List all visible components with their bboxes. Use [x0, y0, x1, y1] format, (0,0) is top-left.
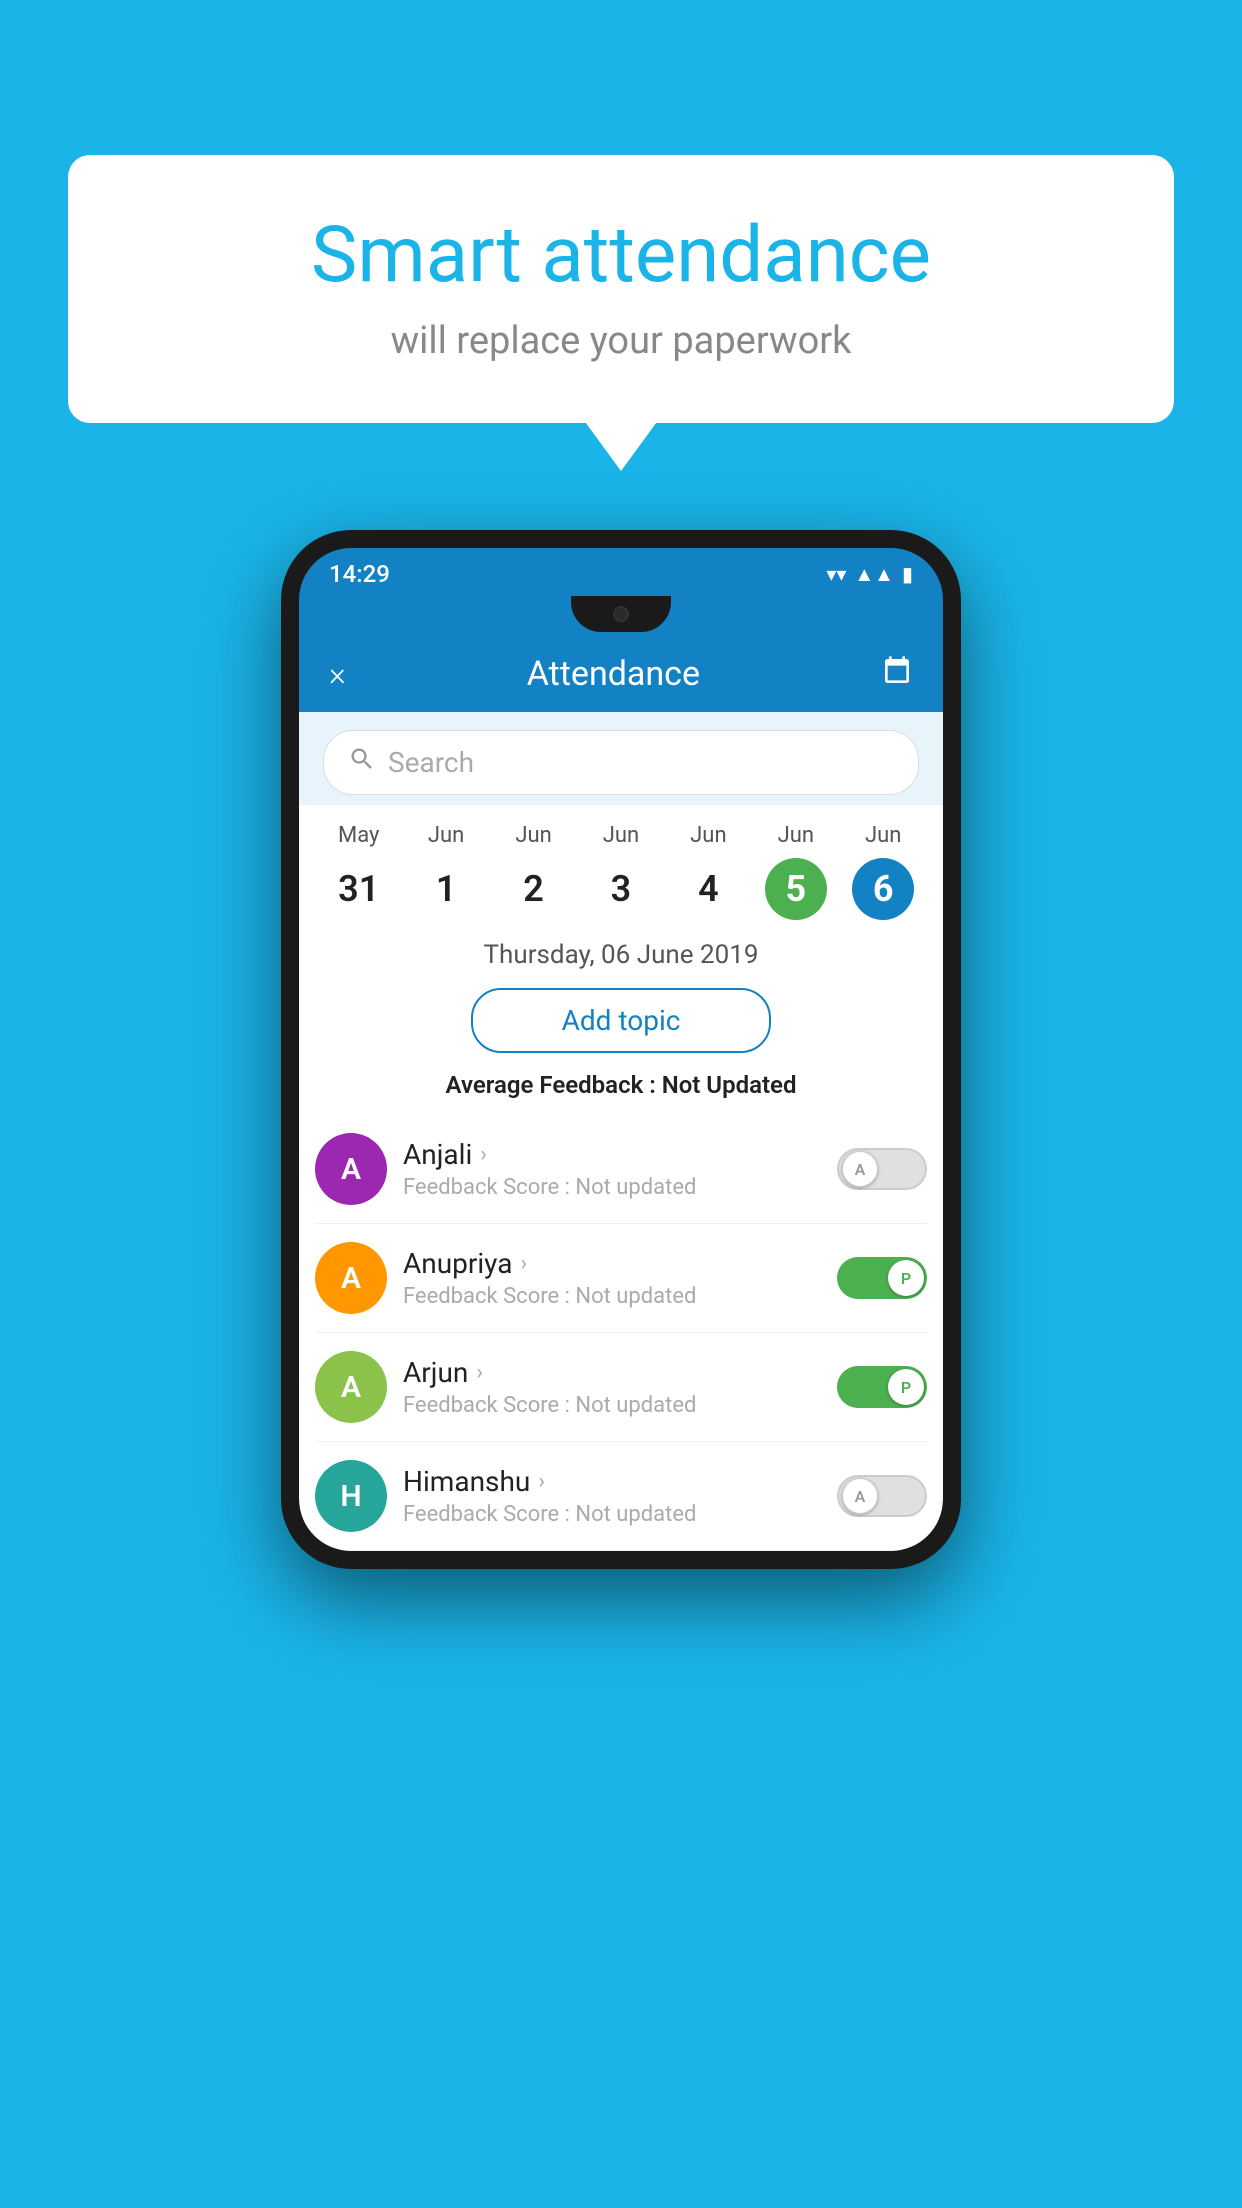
attendance-toggle[interactable]: A [837, 1148, 927, 1190]
notch [571, 596, 671, 632]
attendance-toggle[interactable]: A [837, 1475, 927, 1517]
avg-feedback-label: Average Feedback : [446, 1071, 656, 1099]
toggle-knob: P [888, 1260, 924, 1296]
signal-icon: ▲▲ [854, 562, 894, 587]
student-item[interactable]: H Himanshu › Feedback Score : Not updated A [315, 1442, 927, 1551]
cal-date: 31 [328, 858, 390, 920]
student-name: Himanshu › [403, 1465, 821, 1498]
student-item[interactable]: A Anjali › Feedback Score : Not updated A [315, 1115, 927, 1224]
cal-month: Jun [865, 823, 901, 848]
toggle-knob: P [888, 1369, 924, 1405]
feedback-score: Feedback Score : Not updated [403, 1393, 821, 1418]
cal-date: 1 [415, 858, 477, 920]
app-content: Search May 31 Jun 1 Jun 2 Jun 3 Jun 4 Jun 5 Jun 6 Thu… [299, 712, 943, 1551]
selected-date: Thursday, 06 June 2019 [299, 926, 943, 980]
notch-camera [613, 606, 629, 622]
chevron-icon: › [520, 1251, 527, 1276]
header-title: Attendance [527, 654, 700, 694]
battery-icon: ▮ [902, 562, 913, 586]
speech-bubble: Smart attendance will replace your paper… [68, 155, 1174, 423]
status-bar: 14:29 ▾▾ ▲▲ ▮ [299, 548, 943, 596]
cal-month: Jun [690, 823, 726, 848]
speech-bubble-wrapper: Smart attendance will replace your paper… [68, 155, 1174, 423]
toggle-container[interactable]: A [837, 1475, 927, 1517]
student-name: Anupriya › [403, 1247, 821, 1280]
toggle-container[interactable]: P [837, 1366, 927, 1408]
student-info: Himanshu › Feedback Score : Not updated [403, 1465, 821, 1527]
student-info: Arjun › Feedback Score : Not updated [403, 1356, 821, 1418]
avg-feedback: Average Feedback : Not Updated [299, 1067, 943, 1115]
calendar-day[interactable]: Jun 6 [852, 823, 914, 920]
phone-screen: 14:29 ▾▾ ▲▲ ▮ × Attendance [299, 548, 943, 1551]
status-icons: ▾▾ ▲▲ ▮ [826, 562, 913, 587]
cal-date: 3 [590, 858, 652, 920]
student-item[interactable]: A Arjun › Feedback Score : Not updated P [315, 1333, 927, 1442]
calendar-day[interactable]: Jun 2 [503, 823, 565, 920]
avg-feedback-value: Not Updated [662, 1071, 797, 1099]
close-button[interactable]: × [329, 655, 346, 693]
search-placeholder: Search [388, 746, 474, 779]
chevron-icon: › [480, 1142, 487, 1167]
cal-month: Jun [778, 823, 814, 848]
calendar-day[interactable]: May 31 [328, 823, 390, 920]
student-avatar: H [315, 1460, 387, 1532]
calendar-icon[interactable] [881, 655, 913, 694]
cal-date: 6 [852, 858, 914, 920]
cal-date: 2 [503, 858, 565, 920]
search-icon [348, 745, 376, 780]
wifi-icon: ▾▾ [826, 562, 846, 586]
cal-month: Jun [428, 823, 464, 848]
add-topic-button[interactable]: Add topic [471, 988, 771, 1053]
calendar-day[interactable]: Jun 3 [590, 823, 652, 920]
student-avatar: A [315, 1351, 387, 1423]
attendance-toggle[interactable]: P [837, 1257, 927, 1299]
calendar-day[interactable]: Jun 4 [677, 823, 739, 920]
feedback-score: Feedback Score : Not updated [403, 1502, 821, 1527]
phone-frame: 14:29 ▾▾ ▲▲ ▮ × Attendance [281, 530, 961, 1569]
bubble-subtitle: will replace your paperwork [128, 319, 1114, 363]
student-avatar: A [315, 1242, 387, 1314]
cal-month: Jun [515, 823, 551, 848]
student-item[interactable]: A Anupriya › Feedback Score : Not updated P [315, 1224, 927, 1333]
bubble-title: Smart attendance [128, 210, 1114, 301]
calendar-day[interactable]: Jun 1 [415, 823, 477, 920]
toggle-knob: A [842, 1478, 878, 1514]
student-info: Anupriya › Feedback Score : Not updated [403, 1247, 821, 1309]
cal-date: 5 [765, 858, 827, 920]
toggle-knob: A [842, 1151, 878, 1187]
toggle-container[interactable]: A [837, 1148, 927, 1190]
calendar-day[interactable]: Jun 5 [765, 823, 827, 920]
notch-area [299, 596, 943, 636]
toggle-container[interactable]: P [837, 1257, 927, 1299]
student-name: Anjali › [403, 1138, 821, 1171]
cal-date: 4 [677, 858, 739, 920]
student-name: Arjun › [403, 1356, 821, 1389]
student-avatar: A [315, 1133, 387, 1205]
attendance-toggle[interactable]: P [837, 1366, 927, 1408]
status-time: 14:29 [329, 560, 390, 588]
student-info: Anjali › Feedback Score : Not updated [403, 1138, 821, 1200]
search-bar[interactable]: Search [323, 730, 919, 795]
cal-month: May [338, 823, 379, 848]
student-list: AAnjali ›Feedback Score : Not updatedAAA… [299, 1115, 943, 1551]
app-header: × Attendance [299, 636, 943, 712]
chevron-icon: › [476, 1360, 483, 1385]
search-container: Search [299, 712, 943, 805]
feedback-score: Feedback Score : Not updated [403, 1175, 821, 1200]
phone-wrapper: 14:29 ▾▾ ▲▲ ▮ × Attendance [281, 530, 961, 1569]
feedback-score: Feedback Score : Not updated [403, 1284, 821, 1309]
chevron-icon: › [538, 1469, 545, 1494]
calendar-row: May 31 Jun 1 Jun 2 Jun 3 Jun 4 Jun 5 Jun 6 [299, 805, 943, 926]
cal-month: Jun [603, 823, 639, 848]
